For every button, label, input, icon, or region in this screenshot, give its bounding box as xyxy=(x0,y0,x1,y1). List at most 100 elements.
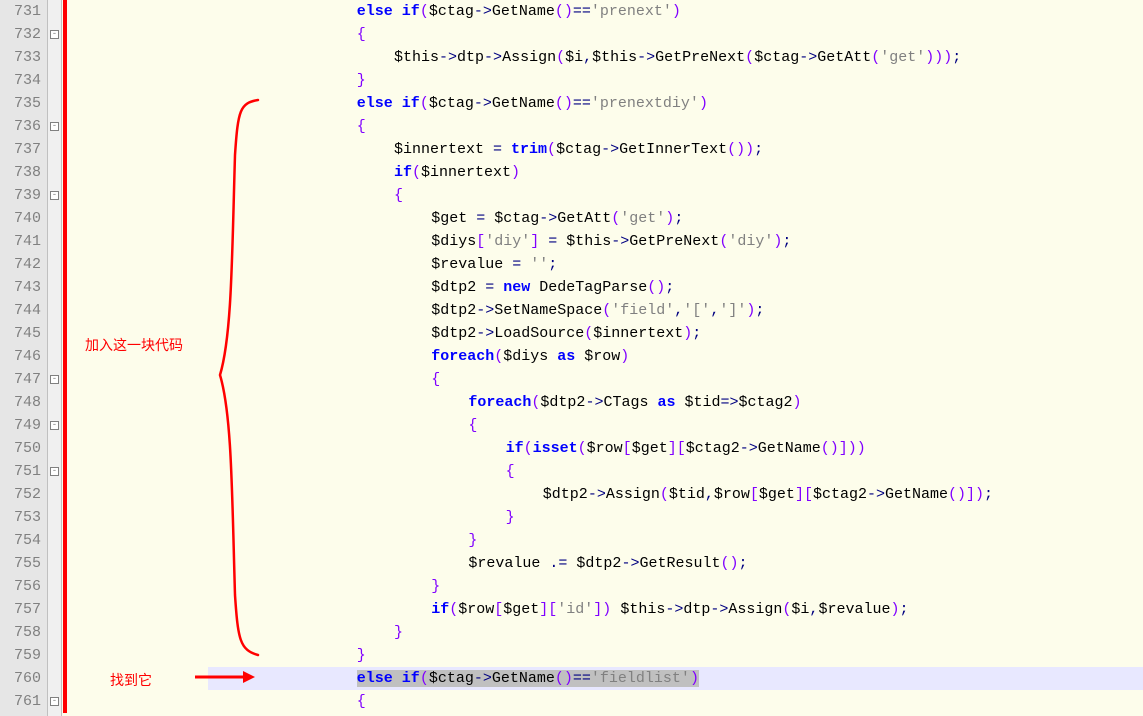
change-marker xyxy=(63,414,67,437)
code-line[interactable]: { xyxy=(208,23,1143,46)
line-number: 761 xyxy=(0,690,41,713)
fold-toggle-icon[interactable]: - xyxy=(50,421,59,430)
line-number: 737 xyxy=(0,138,41,161)
line-number: 745 xyxy=(0,322,41,345)
line-number: 752 xyxy=(0,483,41,506)
change-marker xyxy=(63,690,67,713)
code-line[interactable]: $innertext = trim($ctag->GetInnerText())… xyxy=(208,138,1143,161)
code-line[interactable]: if(isset($row[$get][$ctag2->GetName()])) xyxy=(208,437,1143,460)
change-marker xyxy=(63,368,67,391)
line-number: 732 xyxy=(0,23,41,46)
change-marker xyxy=(63,322,67,345)
line-number: 755 xyxy=(0,552,41,575)
line-number: 735 xyxy=(0,92,41,115)
change-marker xyxy=(63,483,67,506)
line-number: 731 xyxy=(0,0,41,23)
fold-toggle-icon[interactable]: - xyxy=(50,30,59,39)
code-line[interactable]: { xyxy=(208,368,1143,391)
change-marker xyxy=(63,575,67,598)
code-line[interactable]: $dtp2->SetNameSpace('field','[',']'); xyxy=(208,299,1143,322)
line-number: 740 xyxy=(0,207,41,230)
line-number: 758 xyxy=(0,621,41,644)
change-marker xyxy=(63,644,67,667)
line-number: 739 xyxy=(0,184,41,207)
fold-toggle-icon[interactable]: - xyxy=(50,697,59,706)
line-number: 757 xyxy=(0,598,41,621)
change-marker xyxy=(63,253,67,276)
fold-toggle-icon[interactable]: - xyxy=(50,467,59,476)
line-number: 756 xyxy=(0,575,41,598)
change-marker xyxy=(63,207,67,230)
change-marker xyxy=(63,0,67,23)
code-line[interactable]: { xyxy=(208,115,1143,138)
change-marker xyxy=(63,46,67,69)
line-number-gutter: 7317327337347357367377387397407417427437… xyxy=(0,0,48,716)
code-line[interactable]: } xyxy=(208,506,1143,529)
code-line[interactable]: foreach($diys as $row) xyxy=(208,345,1143,368)
code-line[interactable]: if($row[$get]['id']) $this->dtp->Assign(… xyxy=(208,598,1143,621)
change-marker xyxy=(63,69,67,92)
fold-toggle-icon[interactable]: - xyxy=(50,122,59,131)
fold-toggle-icon[interactable]: - xyxy=(50,375,59,384)
change-marker xyxy=(63,92,67,115)
change-marker xyxy=(63,161,67,184)
line-number: 733 xyxy=(0,46,41,69)
code-line[interactable]: else if($ctag->GetName()=='prenext') xyxy=(208,0,1143,23)
line-number: 750 xyxy=(0,437,41,460)
change-marker xyxy=(63,23,67,46)
line-number: 748 xyxy=(0,391,41,414)
code-line[interactable]: { xyxy=(208,690,1143,713)
code-line[interactable]: $this->dtp->Assign($i,$this->GetPreNext(… xyxy=(208,46,1143,69)
change-marker xyxy=(63,552,67,575)
change-marker xyxy=(63,667,67,690)
change-marker xyxy=(63,506,67,529)
fold-toggle-icon[interactable]: - xyxy=(50,191,59,200)
line-number: 754 xyxy=(0,529,41,552)
line-number: 751 xyxy=(0,460,41,483)
code-line[interactable]: } xyxy=(208,644,1143,667)
code-line[interactable]: foreach($dtp2->CTags as $tid=>$ctag2) xyxy=(208,391,1143,414)
code-line[interactable]: $dtp2->Assign($tid,$row[$get][$ctag2->Ge… xyxy=(208,483,1143,506)
change-marker xyxy=(63,598,67,621)
code-line[interactable]: else if($ctag->GetName()=='prenextdiy') xyxy=(208,92,1143,115)
code-line[interactable]: } xyxy=(208,621,1143,644)
change-marker xyxy=(63,621,67,644)
fold-column[interactable]: - - - - - - - xyxy=(48,0,62,716)
code-line[interactable]: $dtp2 = new DedeTagParse(); xyxy=(208,276,1143,299)
line-number: 743 xyxy=(0,276,41,299)
line-number: 738 xyxy=(0,161,41,184)
change-marker xyxy=(63,529,67,552)
line-number: 736 xyxy=(0,115,41,138)
line-number: 760 xyxy=(0,667,41,690)
line-number: 749 xyxy=(0,414,41,437)
code-area[interactable]: else if($ctag->GetName()=='prenext'){$th… xyxy=(68,0,1143,716)
line-number: 747 xyxy=(0,368,41,391)
change-marker xyxy=(63,345,67,368)
change-marker xyxy=(63,184,67,207)
code-line[interactable]: } xyxy=(208,575,1143,598)
code-line[interactable]: { xyxy=(208,414,1143,437)
line-number: 744 xyxy=(0,299,41,322)
code-line[interactable]: $get = $ctag->GetAtt('get'); xyxy=(208,207,1143,230)
line-number: 742 xyxy=(0,253,41,276)
change-marker xyxy=(63,230,67,253)
code-line[interactable]: $revalue = ''; xyxy=(208,253,1143,276)
code-line[interactable]: else if($ctag->GetName()=='fieldlist') xyxy=(208,667,1143,690)
code-line[interactable]: { xyxy=(208,460,1143,483)
code-line[interactable]: $revalue .= $dtp2->GetResult(); xyxy=(208,552,1143,575)
change-marker xyxy=(63,437,67,460)
change-marker xyxy=(63,460,67,483)
line-number: 741 xyxy=(0,230,41,253)
code-line[interactable]: $dtp2->LoadSource($innertext); xyxy=(208,322,1143,345)
line-number: 753 xyxy=(0,506,41,529)
code-line[interactable]: if($innertext) xyxy=(208,161,1143,184)
code-line[interactable]: } xyxy=(208,69,1143,92)
line-number: 734 xyxy=(0,69,41,92)
change-marker xyxy=(63,138,67,161)
code-line[interactable]: { xyxy=(208,184,1143,207)
code-line[interactable]: } xyxy=(208,529,1143,552)
code-line[interactable]: $diys['diy'] = $this->GetPreNext('diy'); xyxy=(208,230,1143,253)
line-number: 746 xyxy=(0,345,41,368)
code-editor: 7317327337347357367377387397407417427437… xyxy=(0,0,1143,716)
change-marker xyxy=(63,276,67,299)
